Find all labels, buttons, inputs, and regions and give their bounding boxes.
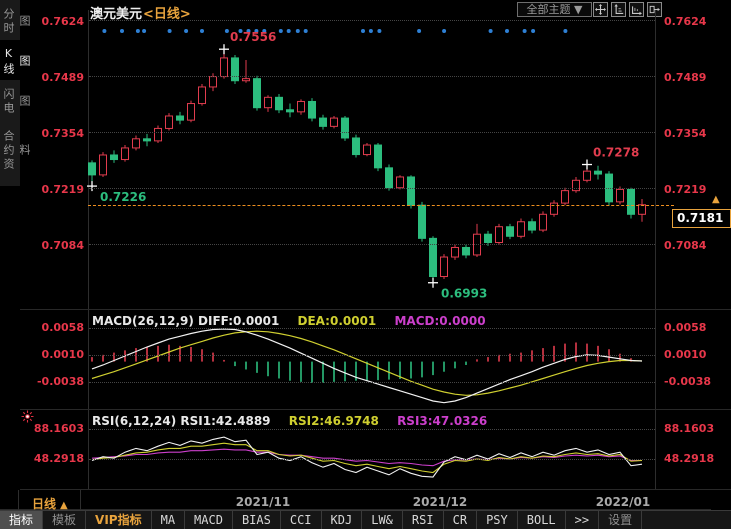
- toolbar-item-9[interactable]: LW&: [362, 511, 403, 529]
- sidebar-tab-2[interactable]: K线图: [0, 40, 20, 80]
- toolbar-item-6[interactable]: BIAS: [233, 511, 281, 529]
- price-label-left: 0.7489: [18, 71, 84, 84]
- gridline: [89, 188, 655, 189]
- price-label-left: 0.7624: [18, 15, 84, 28]
- gridline: [89, 459, 655, 460]
- toolbar-item-11[interactable]: CR: [444, 511, 477, 529]
- date-label: 2022/01: [592, 495, 654, 509]
- toolbar-item-1[interactable]: 指标: [0, 511, 43, 529]
- macd-panel-separator: [20, 309, 731, 310]
- gridline: [89, 355, 655, 356]
- axis-row-divider: [18, 490, 19, 510]
- rsi-header: RSI(6,12,24) RSI1:42.4889 RSI2:46.9748 R…: [92, 414, 501, 428]
- gridline: [89, 76, 655, 77]
- gridline: [89, 244, 655, 245]
- axis-row-separator: [20, 489, 731, 490]
- gridline: [89, 429, 655, 430]
- indicator-toolbar: 指标模板VIP指标MAMACDBIASCCIKDJLW&RSICRPSYBOLL…: [0, 510, 731, 529]
- price-label-right: 0.7489: [664, 71, 730, 84]
- plot-right-border: [655, 10, 656, 490]
- date-label: 2021/11: [232, 495, 294, 509]
- sidebar-tab-4[interactable]: 合约资料: [0, 120, 20, 178]
- sidebar-tab-3[interactable]: 闪电图: [0, 80, 20, 120]
- price-label-right: 0.7354: [664, 127, 730, 140]
- macd-label-left: 0.0010: [18, 348, 84, 361]
- current-price-line: [88, 205, 674, 206]
- toolbar-item-12[interactable]: PSY: [477, 511, 518, 529]
- toolbar-item-5[interactable]: MACD: [185, 511, 233, 529]
- price-label-left: 0.7084: [18, 239, 84, 252]
- toolbar-item-3[interactable]: VIP指标: [86, 511, 152, 529]
- macd-label-left: 0.0058: [18, 321, 84, 334]
- current-price-box: 0.7181: [672, 209, 731, 228]
- gridline: [89, 132, 655, 133]
- svg-text:0.7556: 0.7556: [230, 30, 276, 44]
- macd-params: MACD(26,12,9) DIFF:0.0001: [92, 314, 279, 328]
- toolbar-item-13[interactable]: BOLL: [518, 511, 566, 529]
- macd-header: MACD(26,12,9) DIFF:0.0001 DEA:0.0001 MAC…: [92, 314, 500, 328]
- chart-type-sidebar: 分时图K线图闪电图合约资料: [0, 0, 20, 186]
- candlestick-chart[interactable]: 0.7226 0.7556 0.6993 0.7278: [88, 10, 655, 308]
- axis-row-divider2: [80, 490, 81, 510]
- gridline: [89, 328, 655, 329]
- rsi-label-left: 48.2918: [18, 452, 84, 465]
- trading-app-window: 分时图K线图闪电图合约资料 澳元美元<日线> 全部主题 ▼: [0, 0, 731, 529]
- macd-label-right: -0.0038: [664, 375, 730, 388]
- macd-macd-value: MACD:0.0000: [394, 314, 485, 328]
- date-label: 2021/12: [409, 495, 471, 509]
- price-label-right: 0.7219: [664, 183, 730, 196]
- macd-dea-value: DEA:0.0001: [298, 314, 377, 328]
- toolbar-item-2[interactable]: 模板: [43, 511, 86, 529]
- toolbar-item-4[interactable]: MA: [152, 511, 185, 529]
- macd-label-right: 0.0010: [664, 348, 730, 361]
- price-label-left: 0.7219: [18, 183, 84, 196]
- toolbar-item-10[interactable]: RSI: [403, 511, 444, 529]
- toolbar-item-15[interactable]: 设置: [599, 511, 642, 529]
- toolbar-item-8[interactable]: KDJ: [322, 511, 363, 529]
- gridline: [89, 382, 655, 383]
- toolbar-item-7[interactable]: CCI: [281, 511, 322, 529]
- svg-text:0.7278: 0.7278: [593, 146, 639, 160]
- svg-text:0.6993: 0.6993: [441, 287, 487, 301]
- price-label-right: 0.7084: [664, 239, 730, 252]
- rsi-label-left: 88.1603: [18, 422, 84, 435]
- rsi-label-right: 48.2918: [664, 452, 730, 465]
- rsi-label-right: 88.1603: [664, 422, 730, 435]
- macd-label-left: -0.0038: [18, 375, 84, 388]
- rsi2-value: RSI2:46.9748: [289, 414, 379, 428]
- gridline: [89, 20, 655, 21]
- rsi3-value: RSI3:47.0326: [397, 414, 487, 428]
- sidebar-tab-1[interactable]: 分时图: [0, 0, 20, 40]
- svg-text:0.7226: 0.7226: [100, 190, 146, 204]
- price-label-right: 0.7624: [664, 15, 730, 28]
- rsi-params: RSI(6,12,24) RSI1:42.4889: [92, 414, 271, 428]
- price-label-left: 0.7354: [18, 127, 84, 140]
- period-label: 日线: [32, 497, 56, 511]
- macd-label-right: 0.0058: [664, 321, 730, 334]
- rsi-panel-separator: [20, 409, 731, 410]
- toolbar-item-14[interactable]: >>: [566, 511, 599, 529]
